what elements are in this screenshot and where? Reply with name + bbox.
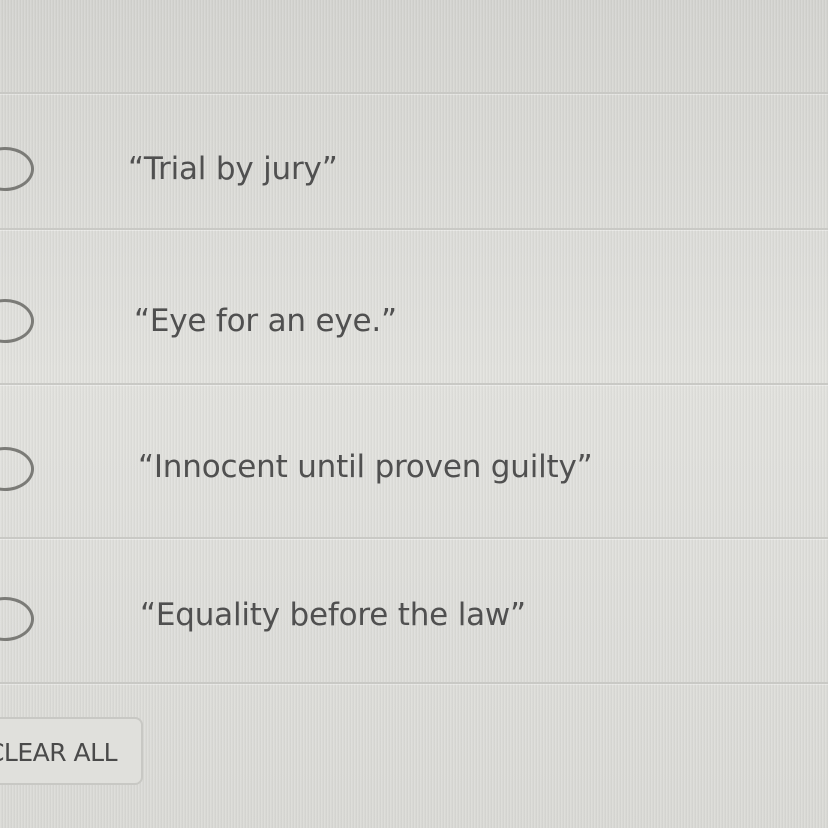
option-divider [0,537,828,539]
option-trial-by-jury[interactable]: “Trial by jury” [0,114,828,224]
option-label: “Trial by jury” [128,151,338,187]
clear-all-button[interactable]: CLEAR ALL [0,717,143,785]
option-label: “Innocent until proven guilty” [138,449,593,485]
option-divider [0,383,828,385]
radio-button[interactable] [0,147,34,191]
radio-button[interactable] [0,597,34,641]
quiz-question: “Trial by jury” “Eye for an eye.” “Innoc… [0,0,828,828]
option-divider [0,92,828,94]
option-innocent-until-proven-guilty[interactable]: “Innocent until proven guilty” [0,405,828,515]
option-label: “Eye for an eye.” [134,303,397,339]
option-divider [0,228,828,230]
option-eye-for-an-eye[interactable]: “Eye for an eye.” [0,250,828,360]
clear-all-label: CLEAR ALL [0,738,118,767]
radio-button[interactable] [0,299,34,343]
option-equality-before-the-law[interactable]: “Equality before the law” [0,559,828,669]
option-label: “Equality before the law” [140,597,526,633]
radio-button[interactable] [0,447,34,491]
option-divider [0,682,828,684]
